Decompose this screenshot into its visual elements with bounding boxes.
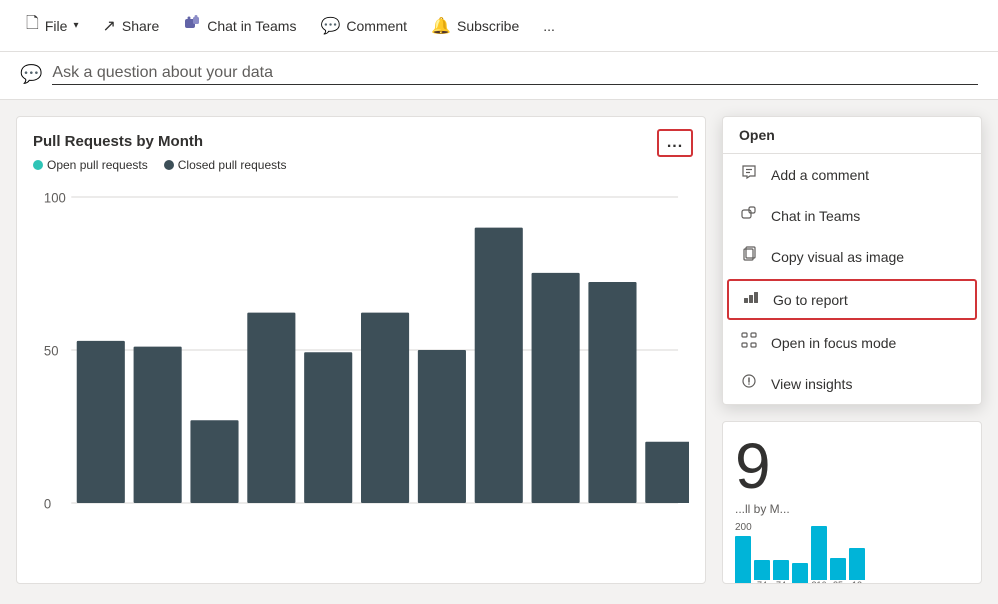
qa-input[interactable]: Ask a question about your data	[52, 64, 978, 85]
chat-teams-menu-label: Chat in Teams	[771, 208, 860, 224]
toolbar: 🗋 File ▾ ↗ Share Chat in Teams 💬 Comment…	[0, 0, 998, 52]
share-button[interactable]: ↗ Share	[92, 10, 169, 42]
add-comment-icon	[739, 164, 759, 185]
bar-chart-svg: 100 50 0	[33, 180, 689, 520]
mini-bar-label-74b: 74	[776, 580, 786, 584]
menu-chat-teams[interactable]: Chat in Teams	[723, 195, 981, 236]
chat-teams-menu-icon	[739, 205, 759, 226]
svg-text:0: 0	[44, 496, 51, 511]
comment-button[interactable]: 💬 Comment	[310, 10, 417, 42]
side-card-number: 9	[735, 434, 790, 498]
context-menu-header: Open	[723, 117, 981, 154]
mini-bar-label-12: 12	[852, 580, 862, 584]
go-to-report-label: Go to report	[773, 292, 848, 308]
more-button[interactable]: ...	[533, 12, 565, 40]
small-chart-card: 9 ...ll by M... 200 74	[722, 421, 982, 584]
subscribe-label: Subscribe	[457, 18, 519, 34]
subscribe-icon: 🔔	[431, 16, 451, 36]
chat-teams-button[interactable]: Chat in Teams	[173, 8, 306, 43]
open-dot	[33, 160, 43, 170]
view-insights-icon	[739, 373, 759, 394]
teams-icon	[183, 14, 201, 37]
subscribe-button[interactable]: 🔔 Subscribe	[421, 10, 529, 42]
chart-legend: Open pull requests Closed pull requests	[33, 158, 689, 172]
qa-icon: 💬	[20, 64, 42, 85]
file-label: File	[45, 18, 68, 34]
menu-go-to-report[interactable]: Go to report	[727, 279, 977, 320]
comment-label: Comment	[346, 18, 407, 34]
chart-more-label: ...	[667, 134, 683, 152]
mini-bar-label-74a: 74	[757, 580, 767, 584]
go-to-report-icon	[741, 289, 761, 310]
copy-visual-icon	[739, 246, 759, 267]
file-chevron-icon: ▾	[73, 20, 78, 31]
focus-mode-icon	[739, 332, 759, 353]
share-label: Share	[122, 18, 159, 34]
svg-text:100: 100	[44, 190, 66, 205]
copy-visual-label: Copy visual as image	[771, 249, 904, 265]
file-button[interactable]: 🗋 File ▾	[16, 6, 88, 45]
chat-teams-label: Chat in Teams	[207, 18, 296, 34]
side-card-title: ...ll by M...	[735, 502, 790, 516]
comment-icon: 💬	[320, 16, 340, 36]
mini-bar-label-216: 216	[811, 580, 826, 584]
file-icon: 🗋	[26, 12, 39, 39]
add-comment-label: Add a comment	[771, 167, 869, 183]
menu-focus-mode[interactable]: Open in focus mode	[723, 322, 981, 363]
menu-add-comment[interactable]: Add a comment	[723, 154, 981, 195]
pull-requests-chart-card: Pull Requests by Month Open pull request…	[16, 116, 706, 584]
more-label: ...	[543, 18, 555, 34]
legend-closed-label: Closed pull requests	[178, 158, 287, 172]
mini-bar-label-85: 85	[833, 580, 843, 584]
closed-dot	[164, 160, 174, 170]
qa-bar: 💬 Ask a question about your data	[0, 52, 998, 100]
right-panel: Open Add a comment	[722, 116, 982, 584]
svg-text:50: 50	[44, 343, 59, 358]
legend-open: Open pull requests	[33, 158, 148, 172]
menu-view-insights[interactable]: View insights	[723, 363, 981, 404]
chart-title: Pull Requests by Month	[33, 133, 689, 150]
legend-closed: Closed pull requests	[164, 158, 287, 172]
share-icon: ↗	[102, 16, 115, 36]
legend-open-label: Open pull requests	[47, 158, 148, 172]
context-menu: Open Add a comment	[722, 116, 982, 405]
main-content: Pull Requests by Month Open pull request…	[0, 100, 998, 600]
menu-copy-visual[interactable]: Copy visual as image	[723, 236, 981, 277]
bar-chart: 100 50 0	[33, 180, 689, 520]
focus-mode-label: Open in focus mode	[771, 335, 896, 351]
chart-more-button[interactable]: ...	[657, 129, 693, 157]
view-insights-label: View insights	[771, 376, 852, 392]
